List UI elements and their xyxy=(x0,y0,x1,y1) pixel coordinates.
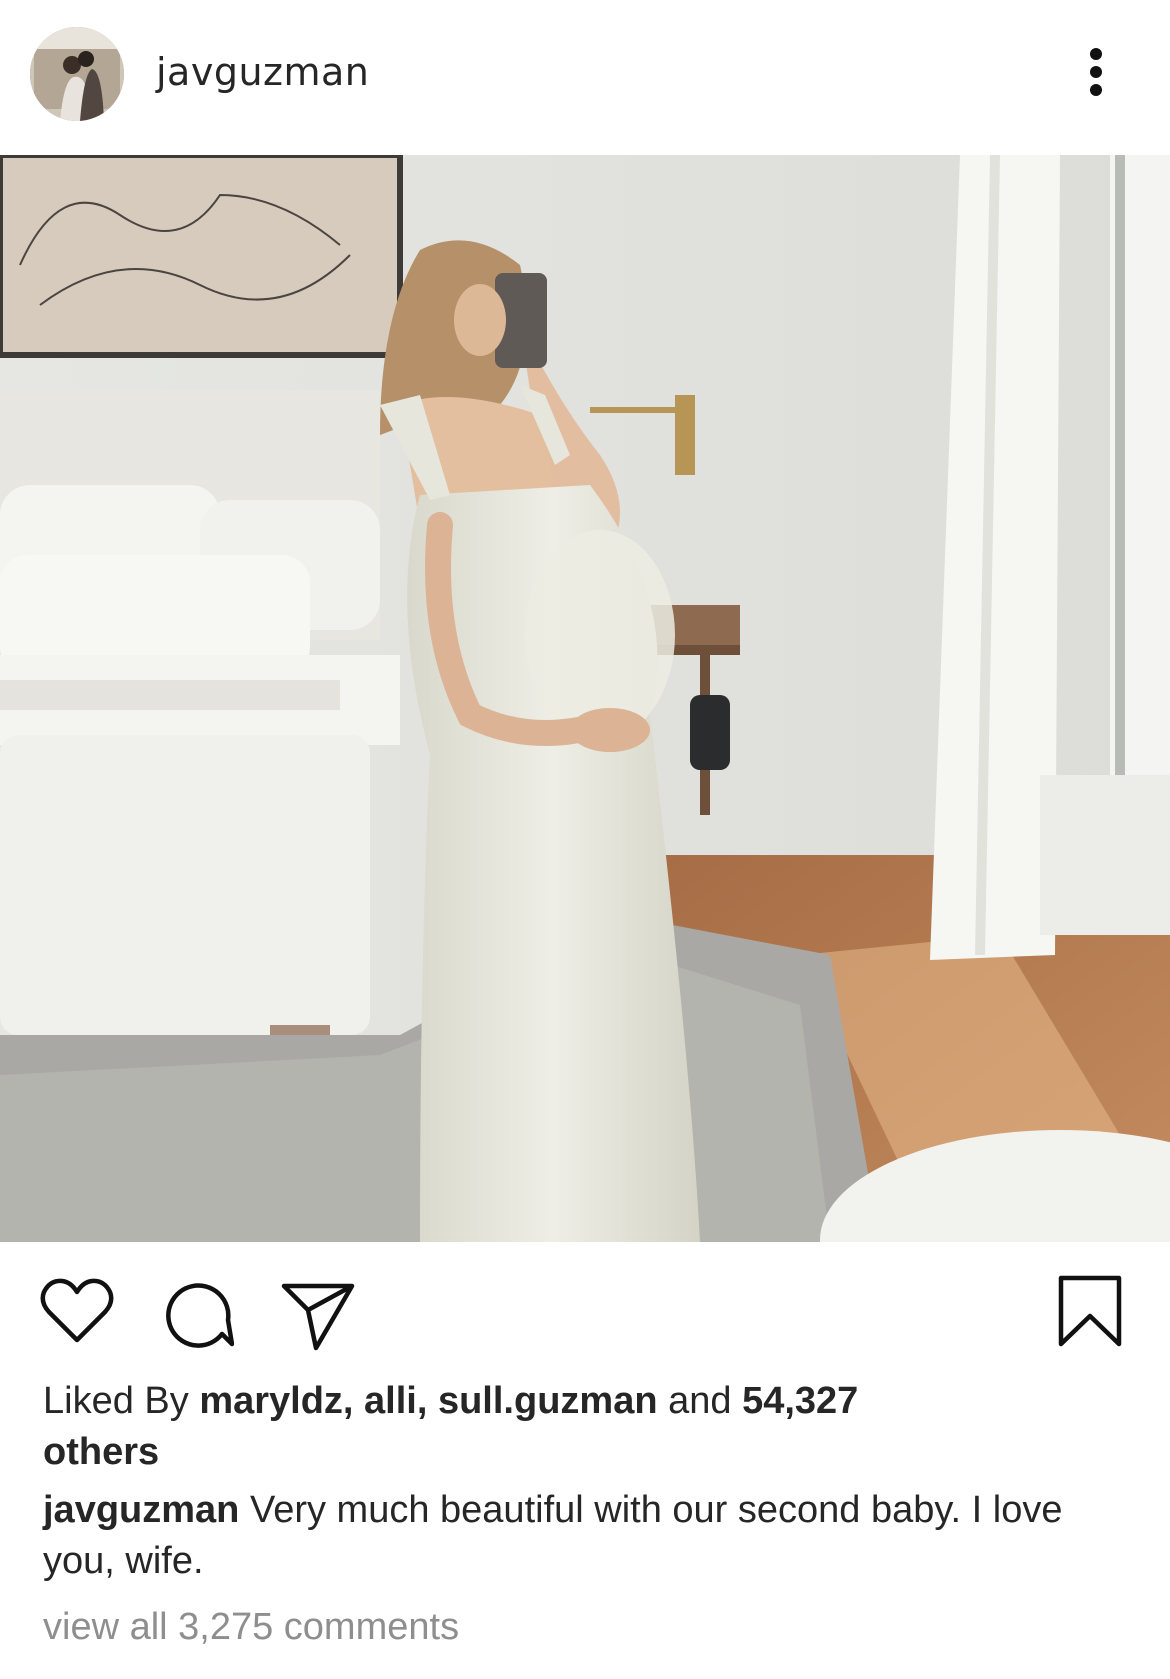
heart-icon[interactable] xyxy=(40,1278,114,1349)
bookmark-icon[interactable] xyxy=(1057,1274,1123,1353)
liked-by-users[interactable]: maryldz, alli, sull.guzman xyxy=(199,1380,657,1422)
avatar[interactable] xyxy=(30,27,124,121)
caption-username[interactable]: javguzman xyxy=(43,1489,239,1531)
likes-prefix: Liked By xyxy=(43,1380,200,1422)
likes-others[interactable]: others xyxy=(43,1431,159,1473)
comment-icon[interactable] xyxy=(160,1276,235,1355)
post-caption: javguzman Very much beautiful with our s… xyxy=(43,1485,1133,1587)
likes-summary: Liked By maryldz, alli, sull.guzman and … xyxy=(43,1376,1133,1478)
post-image[interactable] xyxy=(0,155,1170,1242)
likes-conjunction: and xyxy=(657,1380,743,1422)
header-username[interactable]: javguzman xyxy=(156,50,369,94)
view-comments-link[interactable]: view all 3,275 comments xyxy=(43,1606,459,1649)
send-icon[interactable] xyxy=(280,1278,356,1357)
likes-count[interactable]: 54,327 xyxy=(742,1380,858,1422)
more-vertical-icon[interactable] xyxy=(1075,44,1119,100)
post-header: javguzman xyxy=(0,0,1170,155)
